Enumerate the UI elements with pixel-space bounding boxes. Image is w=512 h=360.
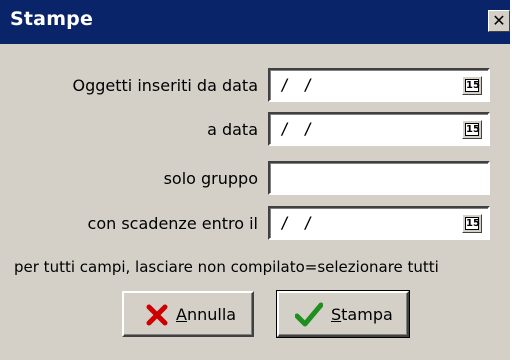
calendar-icon: 15 [465, 79, 480, 92]
print-dialog: Stampe ✕ Oggetti inseriti da data / / 15… [0, 0, 512, 360]
cancel-label: Annulla [176, 305, 237, 324]
print-label: Stampa [331, 305, 393, 324]
title-bar[interactable]: Stampe ✕ [0, 0, 510, 44]
to-date-label: a data [207, 120, 258, 139]
from-date-label: Oggetti inseriti da data [72, 76, 258, 95]
to-date-value: / / [280, 119, 315, 138]
group-field[interactable] [268, 161, 490, 195]
print-button[interactable]: Stampa [276, 290, 410, 338]
from-date-value: / / [280, 75, 315, 94]
cancel-button[interactable]: Annulla [122, 291, 254, 337]
from-date-field[interactable]: / / 15 [268, 68, 490, 102]
instruction-note: per tutti campi, lasciare non compilato=… [14, 258, 439, 276]
expiry-label: con scadenze entro il [87, 214, 258, 233]
from-date-calendar-button[interactable]: 15 [462, 76, 482, 95]
expiry-date-calendar-button[interactable]: 15 [462, 214, 482, 233]
green-check-icon [295, 302, 323, 327]
calendar-icon: 15 [465, 123, 480, 136]
calendar-day: 15 [466, 218, 480, 229]
close-button[interactable]: ✕ [488, 10, 510, 32]
close-icon: ✕ [492, 11, 506, 30]
to-date-field[interactable]: / / 15 [268, 112, 490, 146]
calendar-day: 15 [466, 124, 480, 135]
expiry-date-value: / / [280, 213, 315, 232]
dialog-title: Stampe [10, 8, 94, 30]
to-date-calendar-button[interactable]: 15 [462, 120, 482, 139]
calendar-day: 15 [466, 80, 480, 91]
expiry-date-field[interactable]: / / 15 [268, 206, 490, 240]
calendar-icon: 15 [465, 217, 480, 230]
red-x-icon [146, 304, 168, 326]
group-label: solo gruppo [163, 169, 258, 188]
